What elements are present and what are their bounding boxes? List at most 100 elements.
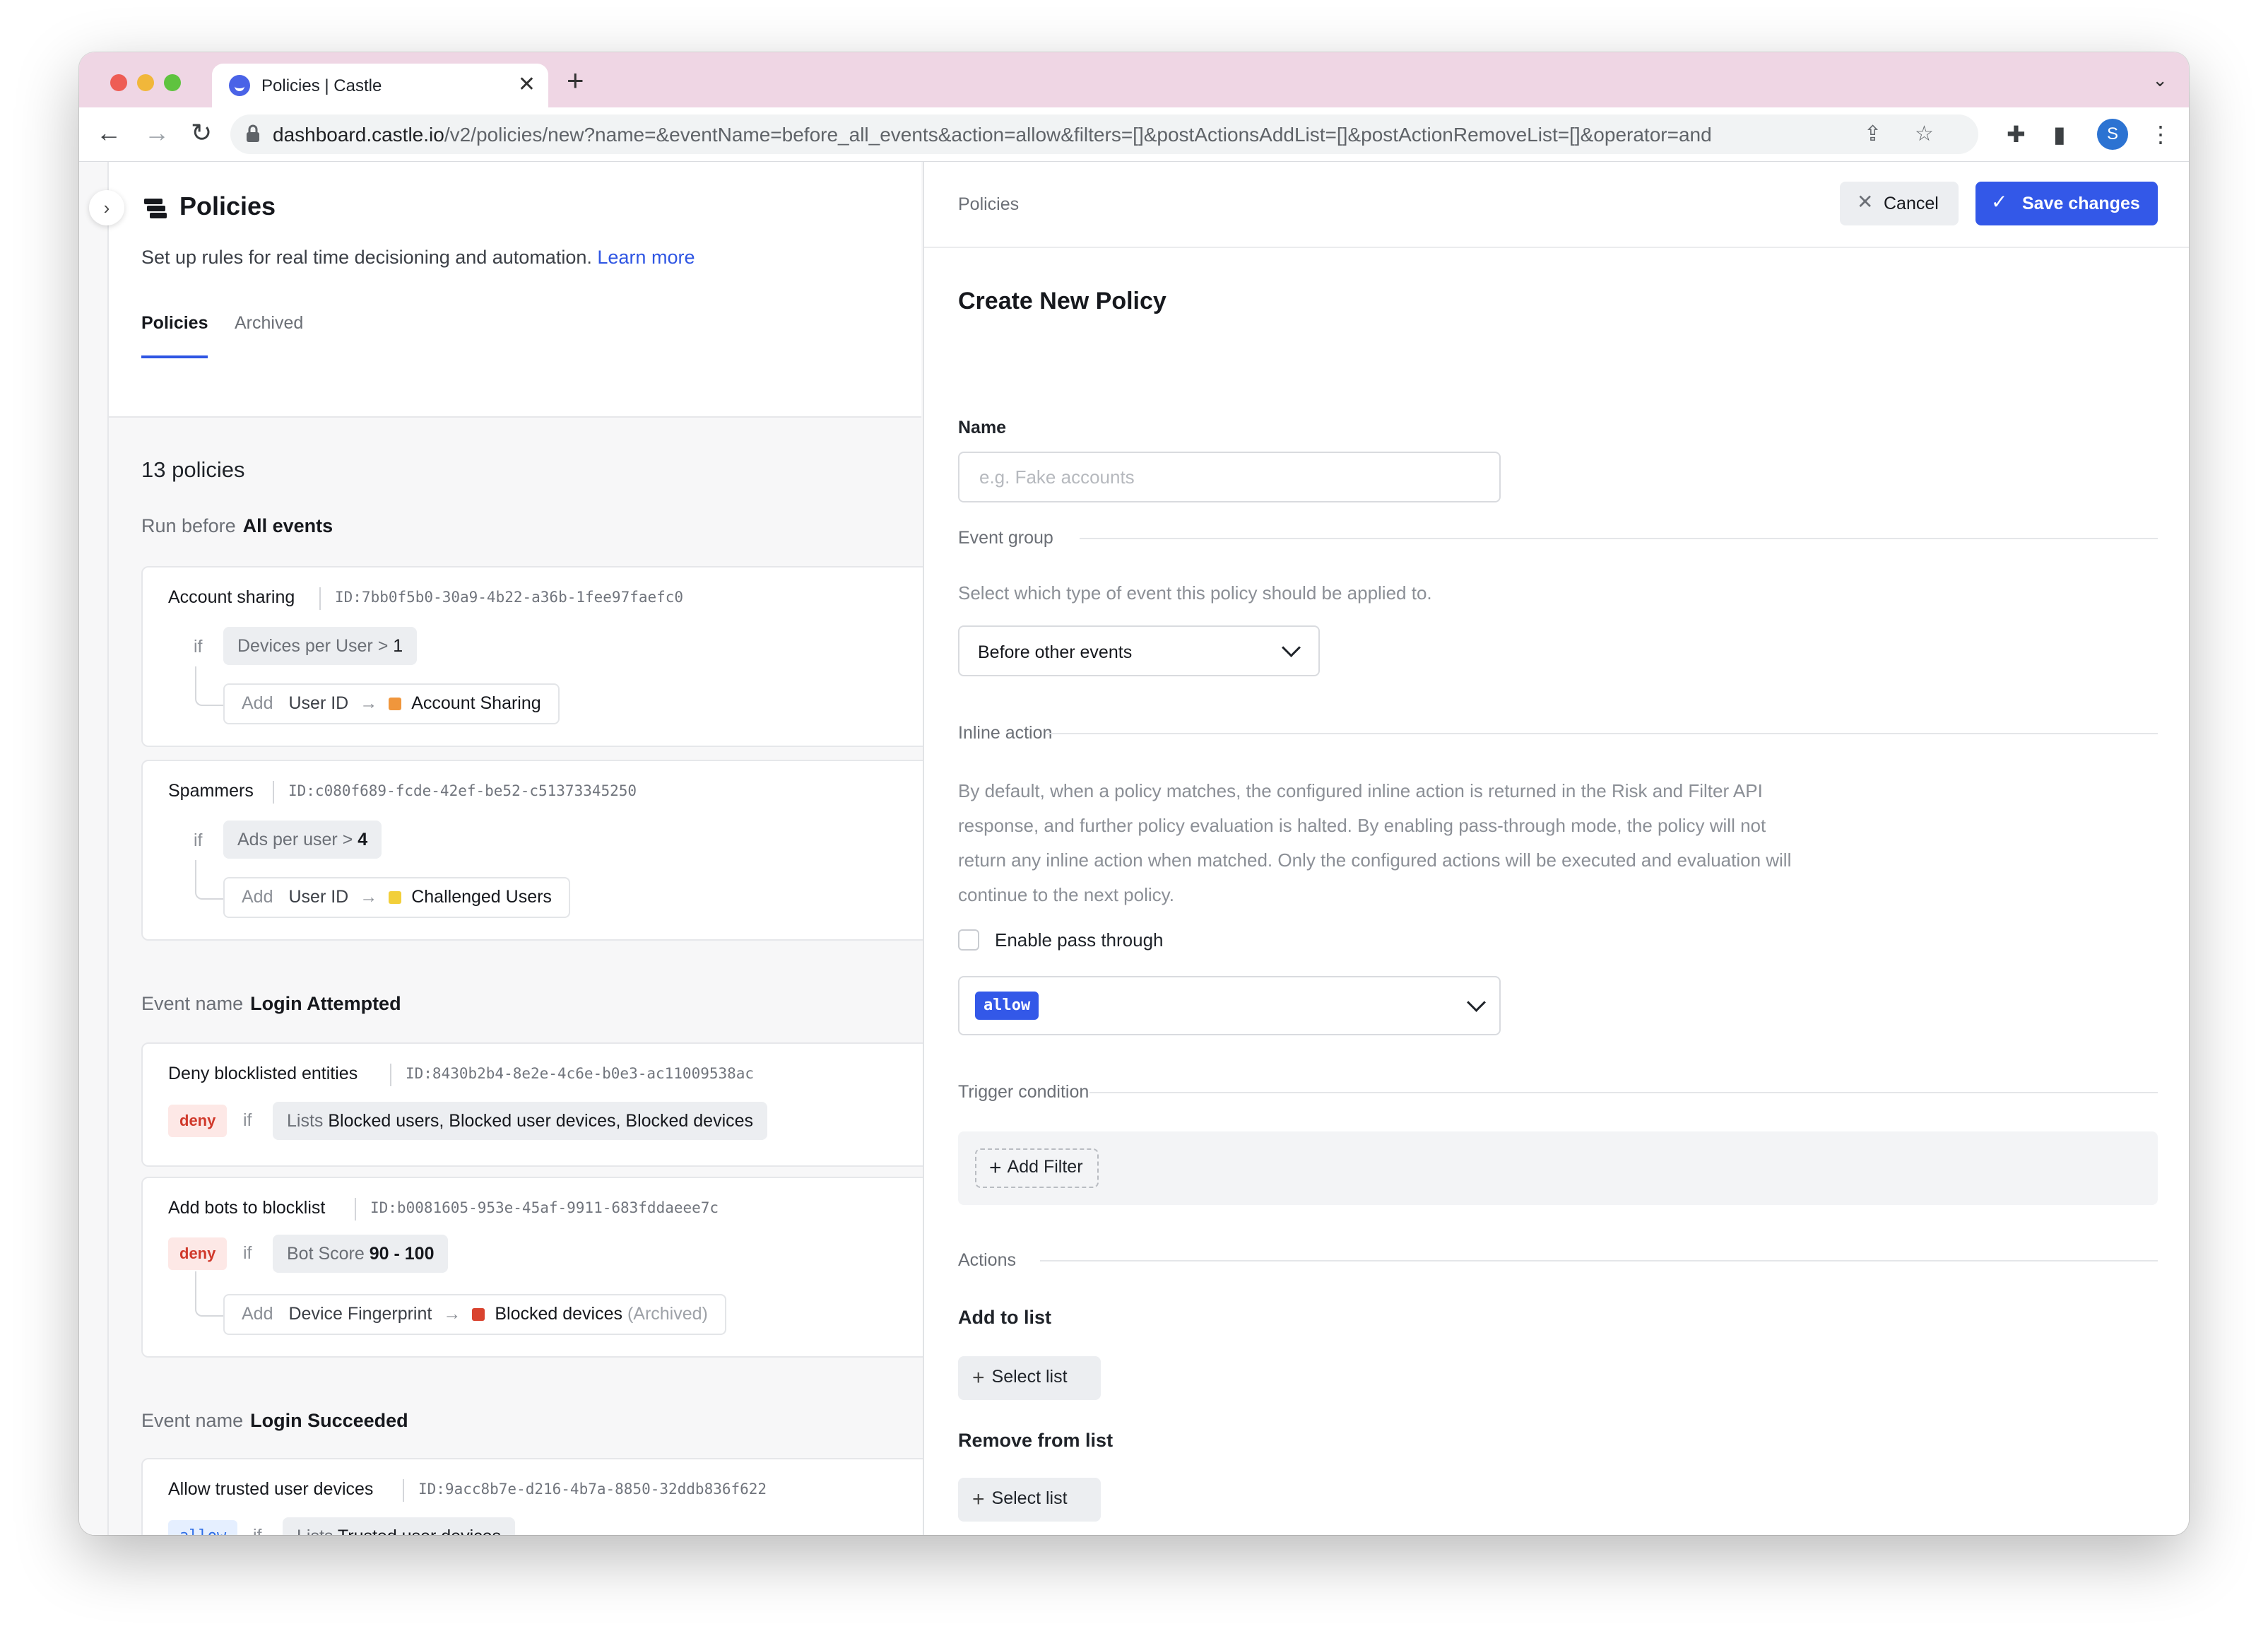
forward-arrow-icon[interactable]: → [144, 119, 170, 147]
if-label: if [243, 1243, 252, 1263]
url-text: dashboard.castle.io/v2/policies/new?name… [273, 124, 1712, 146]
expand-sidebar-chevron-icon[interactable]: › [89, 190, 124, 225]
divider [273, 781, 274, 804]
policy-card[interactable]: Deny blocklisted entities ID:8430b2b4-8e… [141, 1042, 964, 1167]
breadcrumb[interactable]: Policies [958, 194, 1019, 215]
create-policy-panel: Policies ✕ Cancel ✓ Save changes Create Ne… [923, 162, 2189, 1535]
arrow-right-icon: → [443, 1304, 461, 1324]
tab-archived[interactable]: Archived [235, 313, 303, 334]
arrow-right-icon: → [360, 887, 378, 907]
inline-action-heading: Inline action [958, 723, 1053, 743]
save-changes-button[interactable]: ✓ Save changes [1975, 182, 2158, 225]
group-label: Run before All events [141, 515, 333, 536]
add-list-select-button[interactable]: + Select list [958, 1356, 1101, 1400]
bookmark-star-icon[interactable]: ☆ [1915, 122, 1934, 146]
condition-chip: Devices per User > 1 [223, 627, 418, 665]
policy-card[interactable]: Add bots to blocklist ID:b0081605-953e-4… [141, 1177, 964, 1358]
group-label: Event name Login Attempted [141, 993, 401, 1014]
list-color-swatch [472, 1308, 485, 1321]
check-icon: ✓ [1991, 191, 2008, 213]
policy-name: Spammers [168, 781, 254, 801]
condition-chip: Bot Score 90 - 100 [273, 1235, 449, 1273]
maximize-window-button[interactable] [164, 74, 181, 91]
policy-card[interactable]: Spammers ID:c080f689-fcde-42ef-be52-c513… [141, 760, 964, 941]
policies-icon [144, 199, 167, 218]
policy-id: ID:8430b2b4-8e2e-4c6e-b0e3-ac11009538ac [406, 1065, 755, 1082]
tab-search-chevron-icon[interactable]: ⌄ [2152, 69, 2168, 91]
address-bar[interactable]: dashboard.castle.io/v2/policies/new?name… [230, 114, 1978, 154]
if-label: if [243, 1110, 252, 1130]
cancel-button[interactable]: ✕ Cancel [1840, 182, 1959, 225]
inline-action-select[interactable]: allow [958, 976, 1501, 1035]
trigger-condition-heading: Trigger condition [958, 1082, 1089, 1102]
active-tab-indicator [141, 355, 208, 358]
policy-name: Deny blocklisted entities [168, 1064, 358, 1083]
policy-name: Add bots to blocklist [168, 1198, 326, 1218]
share-icon[interactable]: ⇪ [1864, 122, 1882, 146]
back-arrow-icon[interactable]: ← [96, 119, 122, 147]
connector-line [195, 860, 225, 900]
condition-chip: Lists Blocked users, Blocked user device… [273, 1102, 768, 1140]
policy-card[interactable]: Allow trusted user devices ID:9acc8b7e-d… [141, 1458, 964, 1535]
event-group-help: Select which type of event this policy s… [958, 582, 1432, 604]
profile-avatar[interactable]: S [2097, 119, 2128, 150]
pass-through-checkbox[interactable] [958, 929, 979, 951]
tab-policies[interactable]: Policies [141, 313, 208, 334]
if-label: if [194, 637, 203, 657]
condition-chip: Lists Trusted user devices [283, 1517, 516, 1535]
browser-window: Policies | Castle ✕ + ⌄ ← → ↻ dashboard.… [79, 52, 2189, 1535]
if-label: if [194, 830, 203, 850]
plus-icon: + [972, 1488, 985, 1511]
browser-tab-active[interactable]: Policies | Castle ✕ [212, 64, 548, 107]
page-title: Policies [179, 192, 276, 220]
section-divider [1040, 1260, 2158, 1261]
divider [355, 1198, 356, 1221]
list-color-swatch [389, 891, 402, 904]
event-group-heading: Event group [958, 528, 1053, 548]
group-label: Event name Login Succeeded [141, 1410, 408, 1431]
browser-toolbar: ← → ↻ dashboard.castle.io/v2/policies/ne… [79, 107, 2189, 162]
section-divider [1080, 538, 2158, 539]
remove-from-list-heading: Remove from list [958, 1430, 1114, 1451]
policy-id: ID:c080f689-fcde-42ef-be52-c51373345250 [288, 782, 637, 799]
policy-id: ID:7bb0f5b0-30a9-4b22-a36b-1fee97faefc0 [335, 589, 684, 606]
browser-menu-icon[interactable]: ⋮ [2149, 120, 2172, 148]
close-window-button[interactable] [110, 74, 127, 91]
add-to-list-heading: Add to list [958, 1307, 1051, 1328]
tab-close-icon[interactable]: ✕ [518, 72, 536, 98]
section-divider [1089, 1092, 2158, 1093]
verdict-badge: deny [168, 1105, 228, 1137]
chevron-down-icon [1467, 993, 1486, 1012]
add-to-list-action: Add Device Fingerprint → Blocked devices (A… [223, 1294, 726, 1335]
connector-line [195, 666, 225, 706]
pass-through-label[interactable]: Enable pass through [995, 929, 1164, 951]
policies-list-view: Policies Set up rules for real time deci… [109, 162, 964, 1535]
event-group-select[interactable]: Before other events [958, 625, 1320, 676]
name-label: Name [958, 418, 1007, 437]
remove-list-select-button[interactable]: + Select list [958, 1478, 1101, 1522]
plus-icon: + [989, 1156, 1002, 1180]
panel-header: Policies ✕ Cancel ✓ Save changes [924, 162, 2189, 248]
tab-title: Policies | Castle [261, 76, 382, 95]
lock-icon [247, 124, 259, 142]
side-panel-icon[interactable]: ▮ [2053, 120, 2066, 148]
extensions-puzzle-icon[interactable]: ✚ [2007, 120, 2026, 148]
castle-favicon-icon [229, 75, 250, 96]
add-filter-button[interactable]: + Add Filter [975, 1148, 1099, 1188]
reload-icon[interactable]: ↻ [191, 119, 212, 147]
divider [319, 587, 321, 610]
collapsed-sidebar [79, 162, 109, 1535]
policy-name: Allow trusted user devices [168, 1479, 374, 1499]
policy-card[interactable]: Account sharing ID:7bb0f5b0-30a9-4b22-a3… [141, 566, 964, 747]
add-to-list-action: Add User ID → Challenged Users [223, 877, 570, 918]
section-divider [1047, 733, 2158, 734]
list-color-swatch [389, 698, 402, 710]
policy-id: ID:9acc8b7e-d216-4b7a-8850-32ddb836f622 [418, 1481, 767, 1498]
allow-tag: allow [975, 992, 1039, 1020]
policy-name-input[interactable] [958, 452, 1501, 502]
minimize-window-button[interactable] [137, 74, 154, 91]
chevron-down-icon [1282, 638, 1301, 657]
browser-titlebar: Policies | Castle ✕ + ⌄ [79, 52, 2189, 107]
new-tab-plus-icon[interactable]: + [567, 66, 584, 95]
learn-more-link[interactable]: Learn more [597, 247, 695, 268]
